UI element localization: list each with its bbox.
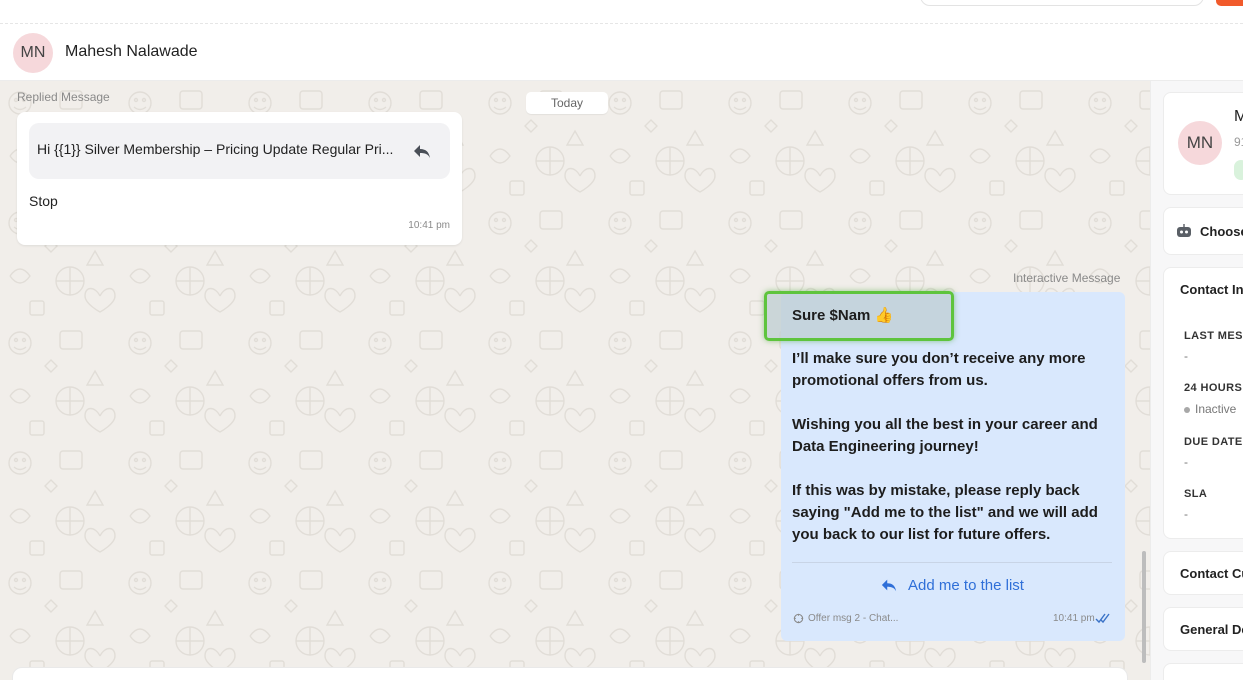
sla-value: - [1184,507,1188,521]
due-date-value[interactable]: - [1184,455,1188,469]
contact-custom-title: Contact Cu [1180,566,1243,581]
contact-name[interactable]: Mahesh Nalawade [65,43,198,61]
contact-name-panel: M [1234,108,1243,126]
outgoing-paragraph: I’ll make sure you don’t receive any mor… [792,350,1086,389]
double-check-icon [1095,613,1110,624]
reply-icon[interactable] [412,141,432,161]
template-name[interactable]: Offer msg 2 - Chat... [808,613,898,624]
contact-tag[interactable] [1234,160,1243,180]
due-date-label: DUE DATE [1184,436,1243,448]
quoted-message[interactable]: Hi {{1}} Silver Membership – Pricing Upd… [29,123,450,179]
top-search-input[interactable] [920,0,1204,6]
top-action-button[interactable] [1216,0,1243,6]
last-message-label: LAST MES [1184,330,1243,342]
sla-label: SLA [1184,488,1208,500]
outgoing-message-header: Sure $Nam 👍 [792,307,894,324]
date-separator: Today [526,92,608,114]
add-me-to-list-button[interactable]: Add me to the list [792,573,1112,597]
chat-header: MN Mahesh Nalawade [0,24,1243,81]
message-composer[interactable] [12,667,1128,680]
chat-area: Replied Message Today Hi {{1}} Silver Me… [0,81,1150,680]
incoming-message-text: Stop [29,193,58,209]
contact-custom-card[interactable]: Contact Cu [1163,551,1243,595]
window-24h-value: Inactive [1195,402,1237,416]
contact-card: MN M 91 [1163,92,1243,195]
bot-icon [1177,224,1191,237]
outgoing-paragraph: If this was by mistake, please reply bac… [792,482,1098,543]
outgoing-message-body: I’ll make sure you don’t receive any mor… [792,348,1117,568]
divider [792,562,1112,563]
window-24h-label: 24 HOURS [1184,382,1243,394]
replied-message-label: Replied Message [17,90,110,104]
incoming-message-bubble[interactable]: Hi {{1}} Silver Membership – Pricing Upd… [17,112,462,245]
message-footer: Offer msg 2 - Chat... 10:41 pm [793,613,1113,627]
general-details-title: General De [1180,622,1243,637]
chat-scrollbar-thumb[interactable] [1142,551,1146,663]
outgoing-message-time: 10:41 pm [1053,613,1095,624]
top-bar [0,0,1243,24]
outgoing-message-bubble[interactable]: Sure $Nam 👍 I’ll make sure you don’t rec… [764,291,1125,641]
interactive-message-label: Interactive Message [1013,271,1121,285]
general-details-card[interactable]: General De [1163,607,1243,651]
last-message-value: - [1184,349,1188,363]
chatbot-selector[interactable]: Choose [1163,207,1243,255]
outgoing-paragraph: Wishing you all the best in your career … [792,416,1098,455]
add-me-to-list-label: Add me to the list [908,576,1024,594]
next-card[interactable] [1163,663,1243,680]
contact-side-panel: MN M 91 Choose Contact In LAST MES - 24 … [1150,81,1243,680]
contact-avatar-large: MN [1178,121,1222,165]
window-24h-status: Inactive [1184,402,1236,416]
status-dot [1184,406,1190,413]
contact-phone: 91 [1234,135,1243,149]
quoted-message-text: Hi {{1}} Silver Membership – Pricing Upd… [37,141,394,157]
incoming-message-time: 10:41 pm [408,220,450,231]
template-icon [793,613,804,624]
chatbot-selector-label: Choose [1200,224,1243,239]
contact-info-title[interactable]: Contact In [1180,282,1243,297]
contact-avatar[interactable]: MN [13,33,53,73]
contact-info-card: Contact In LAST MES - 24 HOURS Inactive … [1163,267,1243,539]
reply-icon [881,579,897,592]
